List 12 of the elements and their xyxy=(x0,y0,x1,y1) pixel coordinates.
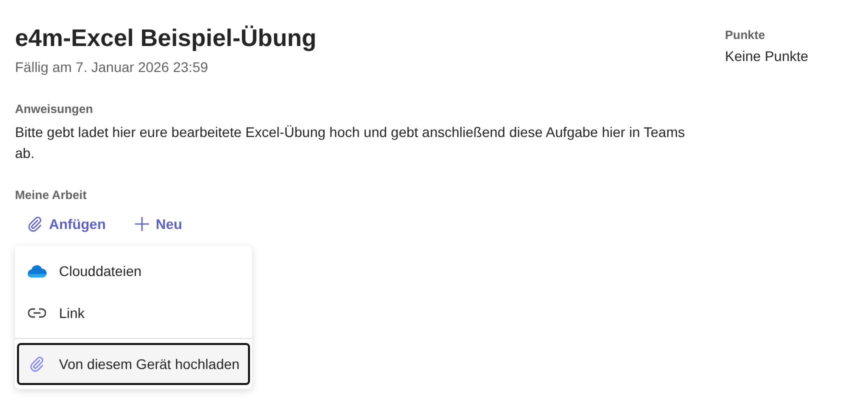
menu-item[interactable]: Von diesem Gerät hochladen xyxy=(17,343,250,385)
due-date: Fällig am 7. Januar 2026 23:59 xyxy=(15,58,210,77)
section-label: Anweisungen xyxy=(15,101,94,118)
instructions-text: Bitte gebt ladet hier eure bearbeitete Excel-Übung hoch und gebt anschließend diese Aufgabe hier in Teams ab. xyxy=(15,123,685,163)
menu-item[interactable]: Clouddateien xyxy=(17,250,250,292)
points-label: Punkte xyxy=(725,27,766,44)
assignment-title: e4m-Excel Beispiel-Übung xyxy=(15,24,318,54)
attach-button[interactable]: Anfügen xyxy=(15,210,118,238)
section-label: Meine Arbeit xyxy=(15,187,88,204)
points-value: Keine Punkte xyxy=(725,47,808,66)
menu-item[interactable]: Link xyxy=(17,292,250,334)
new-button[interactable]: Neu xyxy=(122,210,194,238)
